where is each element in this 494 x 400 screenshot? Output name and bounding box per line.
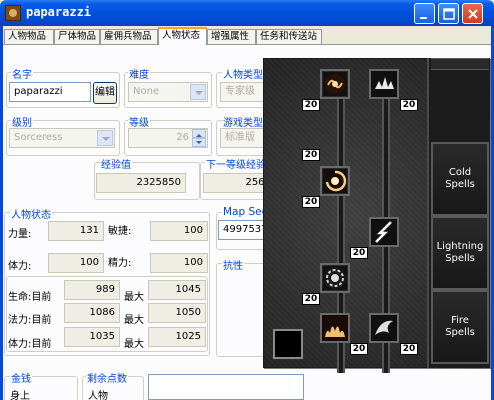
chevron-down-icon (97, 130, 113, 146)
cold-spells-line2: Spells (445, 179, 475, 190)
remaining-label: 剩余点数 (86, 370, 128, 385)
skill-slot-7[interactable] (369, 313, 399, 343)
close-icon (468, 9, 478, 19)
remaining-char-label: 人物 (88, 391, 108, 400)
tab-quests-waypoints[interactable]: 任务和传送站 (256, 29, 322, 44)
tab-char-status[interactable]: 人物状态 (158, 27, 207, 45)
level-value: 26 (176, 132, 189, 143)
skill-slot-4[interactable] (369, 217, 399, 247)
frost-nova-icon (371, 71, 397, 97)
skill-slot-6[interactable] (320, 313, 350, 343)
stamina-max-field[interactable]: 1025 (148, 327, 206, 347)
close-button[interactable] (462, 3, 483, 24)
cold-spells-tab[interactable]: Cold Spells (431, 142, 489, 216)
skill-level: 20 (400, 99, 418, 111)
life-max-label: 最大 (124, 292, 144, 303)
level-spinner[interactable]: 26 (128, 128, 208, 148)
fire-spells-tab[interactable]: Fire Spells (431, 290, 489, 364)
energy-label: 精力: (108, 258, 132, 269)
mana-label: 法力:目前 (8, 315, 52, 326)
meteor-icon (371, 315, 397, 341)
skill-level: 20 (400, 343, 418, 355)
app-icon (5, 5, 21, 21)
notes-box[interactable] (148, 374, 304, 400)
name-field[interactable]: paparazzi (9, 82, 91, 102)
empty-skill-slot[interactable] (273, 329, 303, 359)
blaze-icon (324, 267, 346, 289)
skill-slot-1[interactable] (320, 69, 350, 99)
lightning-spells-tab[interactable]: Lightning Spells (431, 216, 489, 290)
class-value: Sorceress (14, 132, 63, 143)
chevron-down-icon (190, 84, 206, 100)
energy-field[interactable]: 100 (150, 253, 208, 273)
life-max-field[interactable]: 1045 (148, 280, 206, 300)
skill-level: 20 (302, 196, 320, 208)
lightning-icon (371, 219, 397, 245)
vitality-field[interactable]: 100 (48, 253, 104, 273)
skill-slot-3[interactable] (320, 166, 350, 196)
char-type-value: 专家级 (225, 86, 255, 97)
skill-slot-2[interactable] (369, 69, 399, 99)
mana-max-label: 最大 (124, 315, 144, 326)
difficulty-select[interactable]: None (128, 82, 208, 102)
skill-tabs-column: Cold Spells Lightning Spells Fire Spells (427, 58, 490, 368)
gold-label: 金钱 (10, 370, 32, 385)
spin-down-icon[interactable] (192, 138, 206, 147)
fireball-icon (325, 170, 347, 192)
minimize-button[interactable] (414, 3, 435, 24)
exp-field[interactable]: 2325850 (96, 173, 186, 193)
game-type-label: 游戏类型 (222, 114, 264, 129)
inferno-icon (325, 74, 345, 94)
difficulty-label: 难度 (128, 66, 150, 81)
stamina-max-label: 最大 (124, 339, 144, 350)
maximize-icon (443, 8, 455, 20)
lightning-spells-line2: Spells (445, 253, 475, 264)
mana-max-field[interactable]: 1050 (148, 303, 206, 323)
tab-enhanced-attrs[interactable]: 增强属性 (207, 29, 256, 44)
stamina-field[interactable]: 1035 (64, 327, 120, 347)
maximize-button[interactable] (438, 3, 459, 24)
tab-ornament (431, 58, 489, 70)
stats-label: 人物状态 (10, 206, 52, 221)
minimize-icon (420, 17, 427, 19)
strength-field[interactable]: 131 (48, 221, 104, 241)
fire-spells-line1: Fire (451, 315, 469, 326)
strength-label: 力量: (8, 229, 32, 240)
life-label: 生命:目前 (8, 292, 52, 303)
spin-up-icon[interactable] (192, 129, 206, 138)
life-field[interactable]: 989 (64, 280, 120, 300)
lightning-spells-line1: Lightning (436, 241, 484, 252)
game-type-value: 标准版 (225, 132, 255, 143)
skill-level: 20 (302, 99, 320, 111)
tab-char-items[interactable]: 人物物品 (4, 29, 54, 44)
tab-corpse-items[interactable]: 尸体物品 (54, 29, 100, 44)
class-label: 级别 (11, 114, 33, 129)
char-type-label: 人物类型 (222, 66, 264, 81)
skill-level: 20 (350, 247, 368, 259)
edit-name-button[interactable]: 编辑 (93, 82, 117, 104)
skill-level: 20 (302, 293, 320, 305)
mana-field[interactable]: 1086 (64, 303, 120, 323)
dexterity-label: 敏捷: (108, 226, 132, 237)
vitality-label: 体力: (8, 261, 32, 272)
stamina-label: 体力:目前 (8, 339, 52, 350)
fire-spells-line2: Spells (445, 327, 475, 338)
title-bar[interactable]: paparazzi (0, 0, 494, 26)
exp-label: 经验值 (100, 156, 132, 171)
skill-level: 20 (302, 149, 320, 161)
window-title: paparazzi (26, 5, 92, 19)
tab-merc-items[interactable]: 雇佣兵物品 (100, 29, 158, 44)
level-label: 等级 (128, 114, 150, 129)
name-label: 名字 (11, 66, 33, 81)
skill-level: 20 (350, 343, 368, 355)
gold-body-label: 身上 (10, 391, 30, 400)
difficulty-value: None (133, 86, 160, 97)
cold-spells-line1: Cold (448, 167, 472, 178)
dexterity-field[interactable]: 100 (150, 221, 208, 241)
fire-wall-icon (322, 315, 348, 341)
skill-slot-5[interactable] (320, 263, 350, 293)
resist-label: 抗性 (222, 257, 244, 272)
class-select[interactable]: Sorceress (9, 128, 115, 148)
